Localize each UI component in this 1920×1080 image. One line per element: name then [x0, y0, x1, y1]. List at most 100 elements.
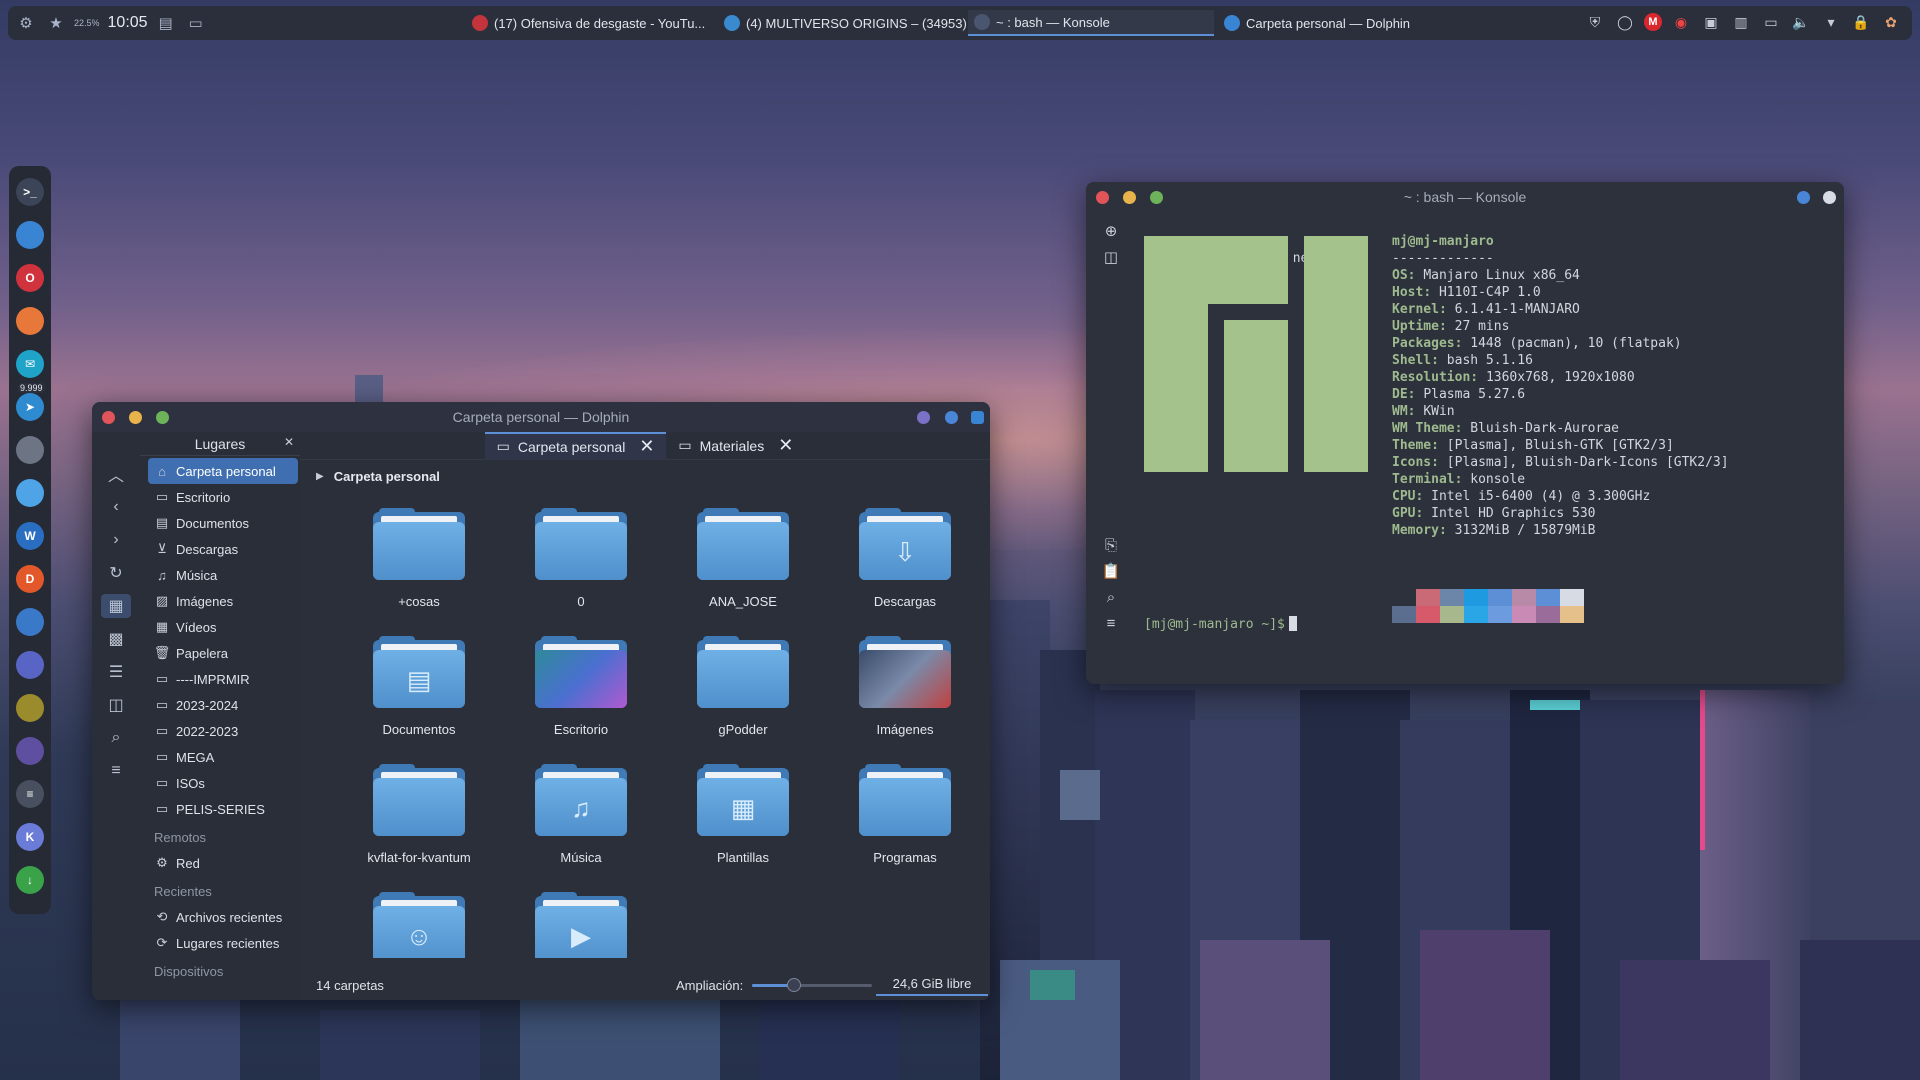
app-launcher-icon[interactable]: ⚙ — [14, 11, 38, 35]
place-item[interactable]: ▨ Imágenes — [148, 588, 298, 614]
dropdown-icon[interactable]: ▾ — [1820, 11, 1842, 33]
split-view-icon[interactable]: ◫ — [101, 693, 131, 717]
panel-icon[interactable]: ▥ — [1730, 11, 1752, 33]
show-desktop-icon[interactable]: ▭ — [184, 11, 208, 35]
paste-icon[interactable]: 📋 — [1097, 558, 1125, 584]
clipboard-icon[interactable]: ▣ — [1700, 11, 1722, 33]
close-button[interactable] — [1096, 190, 1109, 204]
dock-item[interactable]: O — [14, 260, 46, 295]
dock-item[interactable]: D — [14, 561, 46, 596]
copy-icon[interactable]: ⎘ — [1097, 532, 1125, 558]
circle-icon[interactable]: ◯ — [1614, 11, 1636, 33]
dock-item[interactable]: >_ — [14, 174, 46, 209]
favorites-star-icon[interactable]: ★ — [44, 11, 68, 35]
mega-icon[interactable]: M — [1644, 13, 1662, 31]
maximize-button[interactable] — [1150, 190, 1163, 204]
folder-item[interactable]: kvflat-for-kvantum — [338, 764, 500, 880]
shield-icon[interactable]: ⛨ — [1584, 11, 1606, 33]
dock-item[interactable] — [14, 647, 46, 682]
dock-item[interactable] — [14, 690, 46, 725]
close-panel-icon[interactable]: ✕ — [284, 435, 294, 449]
settings-icon[interactable]: ✿ — [1880, 11, 1902, 33]
dock-item[interactable]: ➤ — [14, 389, 46, 424]
folder-item[interactable]: gPodder — [662, 636, 824, 752]
hamburger-menu-icon[interactable]: ≡ — [101, 759, 131, 783]
folder-item[interactable]: ⇩ Descargas — [824, 508, 986, 624]
dock-item[interactable] — [14, 217, 46, 252]
dolphin-titlebar[interactable]: Carpeta personal — Dolphin — [92, 402, 990, 432]
dock-item[interactable]: K — [14, 819, 46, 854]
place-item[interactable]: ▭ 2023-2024 — [148, 692, 298, 718]
system-monitor-icon[interactable]: ▤ — [154, 11, 178, 35]
dock-item[interactable] — [14, 432, 46, 467]
search-icon[interactable]: ⌕ — [1097, 584, 1125, 610]
place-item[interactable]: ⊻ Descargas — [148, 536, 298, 562]
free-space-indicator[interactable]: 24,6 GiB libre — [876, 972, 988, 996]
dock-item[interactable] — [14, 475, 46, 510]
folder-item[interactable]: Programas — [824, 764, 986, 880]
folder-item[interactable]: ANA_JOSE — [662, 508, 824, 624]
dock-item[interactable]: ↓ — [14, 862, 46, 897]
keep-above-button[interactable] — [917, 410, 930, 424]
folder-item[interactable]: ♫ Música — [500, 764, 662, 880]
minimize-button[interactable] — [129, 410, 142, 424]
dock-item[interactable]: ≡ — [14, 776, 46, 811]
icon-view-icon[interactable]: ▦ — [101, 594, 131, 618]
place-item[interactable]: ▭ ISOs — [148, 770, 298, 796]
folder-item[interactable]: 0 — [500, 508, 662, 624]
folder-item[interactable]: ▶ — [500, 892, 662, 958]
dock-item[interactable] — [14, 604, 46, 639]
on-all-desktops-button[interactable] — [945, 410, 958, 424]
task-konsole[interactable]: ~ : bash — Konsole — [968, 10, 1214, 36]
cpu-monitor[interactable]: 22.5% — [74, 18, 100, 28]
place-item[interactable]: ⟲ Archivos recientes — [148, 904, 298, 930]
zoom-slider[interactable] — [752, 978, 872, 992]
place-item[interactable]: ▭ MEGA — [148, 744, 298, 770]
zoom-slider-handle[interactable] — [787, 978, 801, 992]
place-item[interactable]: ▭ Escritorio — [148, 484, 298, 510]
tab-carpeta-personal[interactable]: ▭ Carpeta personal ✕ — [484, 431, 667, 460]
back-icon[interactable]: ‹ — [101, 495, 131, 519]
place-item[interactable]: ⟳ Lugares recientes — [148, 930, 298, 956]
display-icon[interactable]: ▭ — [1760, 11, 1782, 33]
maximize-button[interactable] — [156, 410, 169, 424]
breadcrumb[interactable]: ▶ Carpeta personal — [300, 460, 990, 492]
folder-item[interactable]: +cosas — [338, 508, 500, 624]
close-button[interactable] — [102, 410, 115, 424]
place-item[interactable]: ▦ Vídeos — [148, 614, 298, 640]
dock-item[interactable] — [14, 733, 46, 768]
place-item[interactable]: ♫ Música — [148, 562, 298, 588]
task-youtube[interactable]: (17) Ofensiva de desgaste - YouTu... — [466, 10, 718, 36]
up-icon[interactable]: ︿ — [101, 462, 131, 486]
folder-item[interactable]: ▦ Plantillas — [662, 764, 824, 880]
new-tab-icon[interactable]: ⊕ — [1097, 218, 1125, 244]
place-item[interactable]: ▭ ----IMPRMIR — [148, 666, 298, 692]
reload-icon[interactable]: ↻ — [101, 561, 131, 585]
split-view-icon[interactable]: ◫ — [1097, 244, 1125, 270]
dock-item[interactable] — [14, 303, 46, 338]
hamburger-menu-icon[interactable]: ≡ — [1097, 610, 1125, 636]
place-item[interactable]: ▤ Documentos — [148, 510, 298, 536]
task-dolphin[interactable]: Carpeta personal — Dolphin — [1218, 10, 1464, 36]
volume-icon[interactable]: 🔈 — [1790, 11, 1812, 33]
place-item[interactable]: ⚙ Red — [148, 850, 298, 876]
terminal[interactable]: [mj@mj-manjaro ~]$ neofetch mj@mj-manjar… — [1144, 216, 1834, 676]
compact-view-icon[interactable]: ▩ — [101, 627, 131, 651]
place-item[interactable]: ▭ 2022-2023 — [148, 718, 298, 744]
tab-materiales[interactable]: ▭ Materiales ✕ — [666, 432, 805, 460]
app-menu-icon[interactable] — [1823, 190, 1836, 204]
place-item[interactable]: 🗑 Papelera — [148, 640, 298, 666]
folder-item[interactable]: Imágenes — [824, 636, 986, 752]
lock-icon[interactable]: 🔒 — [1850, 11, 1872, 33]
minimize-button[interactable] — [1123, 190, 1136, 204]
task-telegram[interactable]: (4) MULTIVERSO ORIGINS – (34953) — [718, 10, 968, 36]
details-view-icon[interactable]: ☰ — [101, 660, 131, 684]
folder-item[interactable]: ☺ — [338, 892, 500, 958]
dock-item[interactable]: ✉ — [14, 346, 46, 381]
dock-item[interactable]: W — [14, 518, 46, 553]
close-tab-icon[interactable]: ✕ — [639, 436, 654, 457]
place-item[interactable]: ⌂ Carpeta personal — [148, 458, 298, 484]
search-icon[interactable]: ⌕ — [101, 726, 131, 750]
folder-item[interactable]: ▤ Documentos — [338, 636, 500, 752]
app-menu-icon[interactable] — [971, 410, 984, 424]
